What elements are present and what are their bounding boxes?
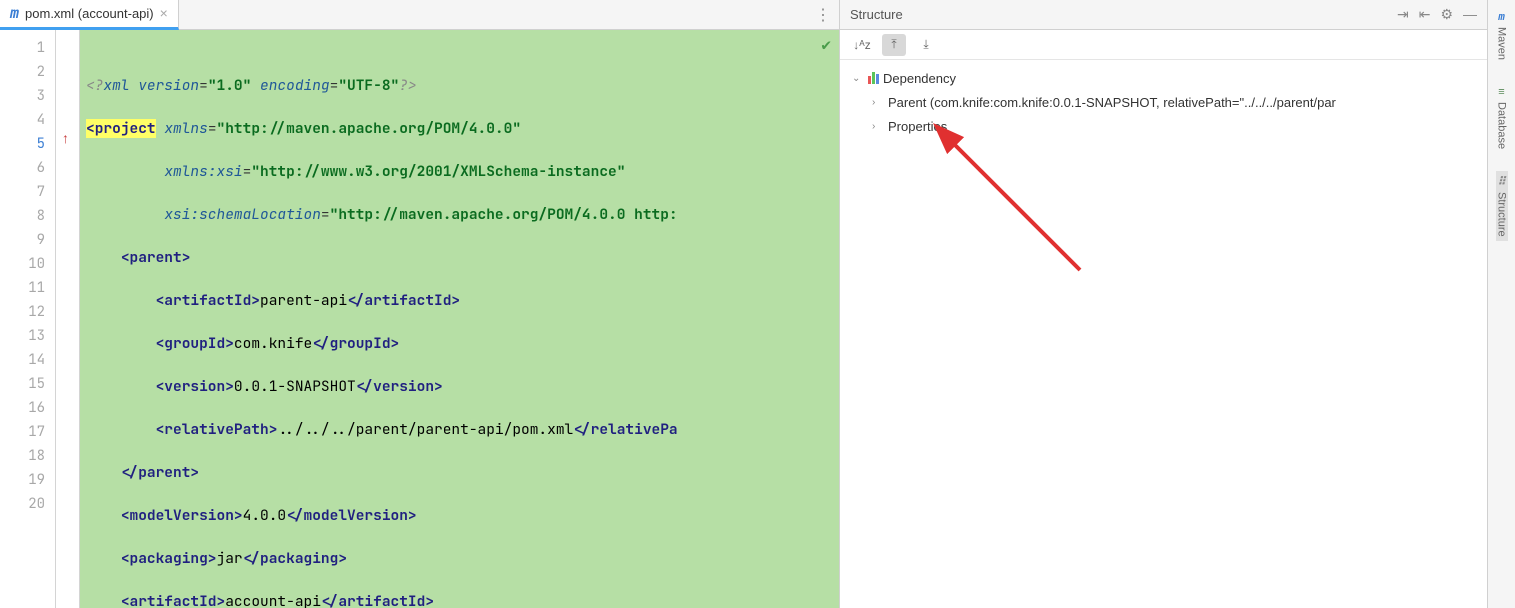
structure-header-tools: ⇥ ⇤ ⚙ — <box>1397 6 1477 23</box>
chevron-right-icon: › <box>872 97 884 108</box>
tree-item-properties[interactable]: › Properties <box>840 114 1487 138</box>
rail-item-maven[interactable]: m Maven <box>1496 6 1508 64</box>
marker-column: ↑ <box>56 30 80 608</box>
rail-item-structure[interactable]: ⠿ Structure <box>1496 171 1508 241</box>
expand-all-icon[interactable]: ⇥ <box>1397 6 1409 23</box>
structure-tree[interactable]: ⌄ Dependency › Parent (com.knife:com.kni… <box>840 60 1487 608</box>
tree-label: Dependency <box>883 71 956 86</box>
structure-title: Structure <box>850 7 903 22</box>
tree-label: Parent (com.knife:com.knife:0.0.1-SNAPSH… <box>888 95 1336 110</box>
tree-label: Properties <box>888 119 947 134</box>
maven-file-icon: m <box>10 4 19 22</box>
structure-header: Structure ⇥ ⇤ ⚙ — <box>840 0 1487 30</box>
tree-item-dependency[interactable]: ⌄ Dependency <box>840 66 1487 90</box>
chevron-down-icon: ⌄ <box>852 73 864 84</box>
maven-icon: m <box>1498 10 1505 23</box>
sort-alpha-button[interactable]: ↓ᴬz <box>850 34 874 56</box>
autoscroll-from-source-button[interactable]: ⤓ <box>914 34 938 56</box>
ide-root: m pom.xml (account-api) × ⋮ 1 2 3 4 5 6 … <box>0 0 1515 608</box>
right-tool-rail: m Maven ≡ Database ⠿ Structure <box>1487 0 1515 608</box>
autoscroll-source-button[interactable]: ⤒ <box>882 34 906 56</box>
check-icon: ✔ <box>821 34 831 55</box>
tree-item-parent[interactable]: › Parent (com.knife:com.knife:0.0.1-SNAP… <box>840 90 1487 114</box>
structure-toolbar: ↓ᴬz ⤒ ⤓ <box>840 30 1487 60</box>
database-icon: ≡ <box>1498 86 1504 98</box>
structure-icon: ⠿ <box>1497 175 1505 188</box>
chevron-right-icon: › <box>872 121 884 132</box>
line-gutter: 1 2 3 4 5 6 7 8 9 10 11 12 13 14 15 16 1… <box>0 30 56 608</box>
structure-pane: Structure ⇥ ⇤ ⚙ — ↓ᴬz ⤒ ⤓ ⌄ Dependency ›… <box>840 0 1487 608</box>
close-icon[interactable]: × <box>160 5 168 21</box>
code-area[interactable]: ✔ <?xml version="1.0" encoding="UTF-8"?>… <box>80 30 839 608</box>
tab-title: pom.xml (account-api) <box>25 6 154 21</box>
tab-menu-icon[interactable]: ⋮ <box>815 5 831 25</box>
gear-icon[interactable]: ⚙ <box>1440 6 1453 23</box>
collapse-all-icon[interactable]: ⇤ <box>1419 6 1431 23</box>
up-arrow-icon: ↑ <box>62 130 69 146</box>
rail-item-database[interactable]: ≡ Database <box>1496 82 1508 153</box>
editor-body[interactable]: 1 2 3 4 5 6 7 8 9 10 11 12 13 14 15 16 1… <box>0 30 839 608</box>
editor-tab-bar: m pom.xml (account-api) × ⋮ <box>0 0 839 30</box>
dependency-icon <box>868 72 879 84</box>
minimize-icon[interactable]: — <box>1463 6 1477 23</box>
editor-tab-pom[interactable]: m pom.xml (account-api) × <box>0 0 179 30</box>
editor-pane: m pom.xml (account-api) × ⋮ 1 2 3 4 5 6 … <box>0 0 840 608</box>
annotation-arrow-icon <box>930 120 1110 300</box>
